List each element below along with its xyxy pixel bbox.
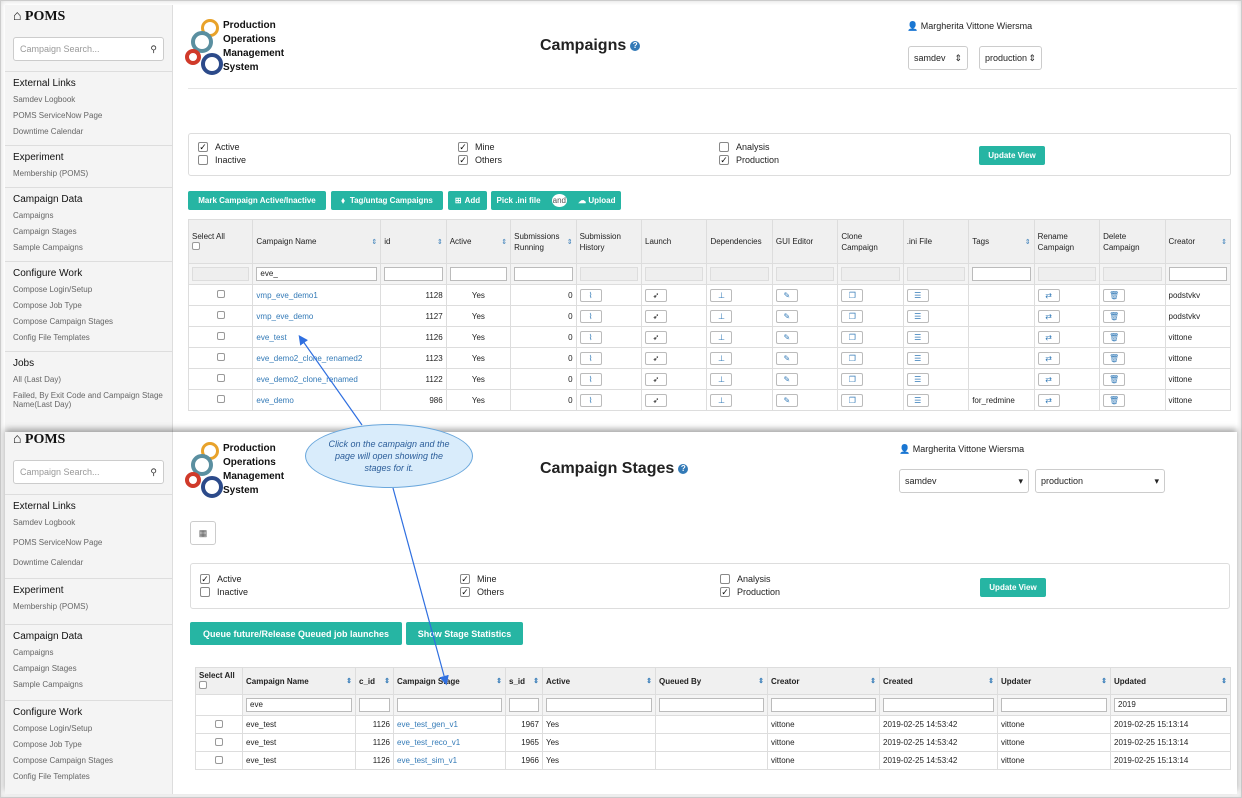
arrow-to-campaign (298, 335, 363, 426)
annotation-callout: Click on the campaign and the page will … (305, 424, 473, 488)
arrow-to-stage (392, 487, 449, 686)
annotation-arrows (298, 335, 449, 686)
